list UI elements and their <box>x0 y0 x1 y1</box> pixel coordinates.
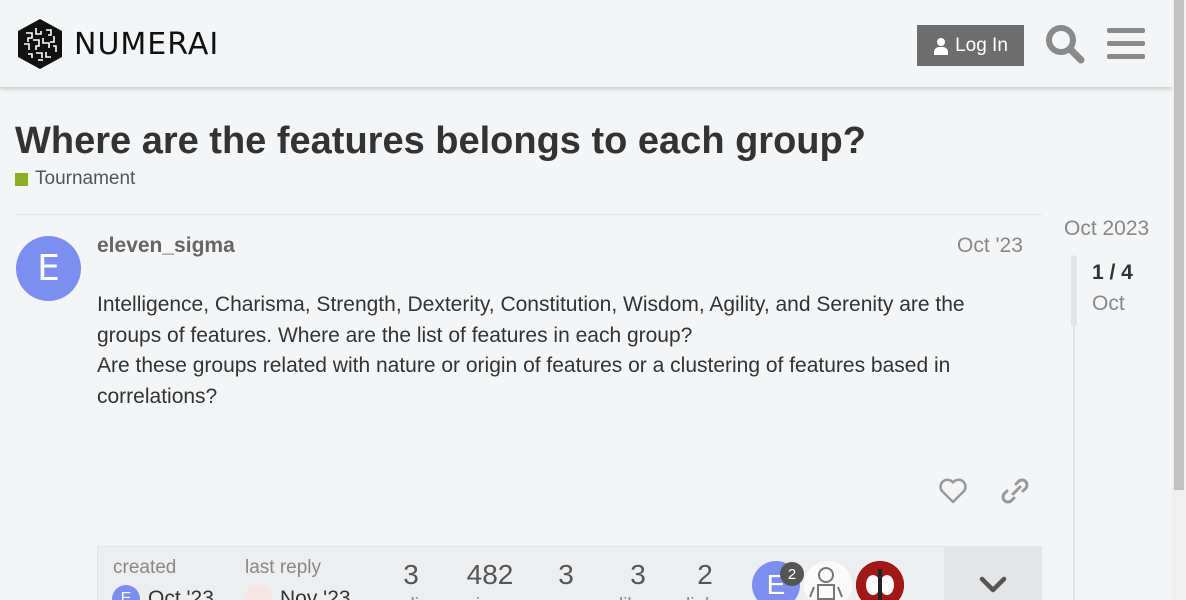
views-stat: 482 views <box>460 561 520 600</box>
link-icon[interactable] <box>1001 476 1029 506</box>
stat-number: 2 <box>697 559 713 590</box>
timeline-start-date[interactable]: Oct 2023 <box>1064 217 1149 241</box>
timeline-post-count: 1 / 4 <box>1092 261 1133 284</box>
divider <box>15 214 1042 215</box>
page-scrollbar[interactable] <box>1172 0 1186 600</box>
category-color-dot <box>15 172 28 186</box>
stat-label: users <box>536 595 596 600</box>
stat-label: replies <box>381 595 441 600</box>
log-in-button[interactable]: Log In <box>917 25 1024 66</box>
avatar[interactable]: E <box>16 236 81 301</box>
hamburger-menu-icon[interactable] <box>1107 26 1145 62</box>
scrollbar-thumb[interactable] <box>1174 0 1184 490</box>
participant-avatar[interactable] <box>856 561 904 600</box>
category-name: Tournament <box>35 168 136 189</box>
last-reply-label: last reply <box>245 557 322 578</box>
stat-label: likes <box>608 595 668 600</box>
log-in-label: Log In <box>955 34 1008 56</box>
links-stat: 2 links <box>675 561 735 600</box>
topic-map: created E Oct '23 last reply Nov '23 3 r… <box>97 546 1042 600</box>
created-info[interactable]: E Oct '23 <box>112 585 214 600</box>
post-body: Intelligence, Charisma, Strength, Dexter… <box>97 290 1027 412</box>
avatar: E <box>112 585 140 600</box>
expand-topic-map-button[interactable] <box>944 547 1042 600</box>
stat-number: 3 <box>630 559 646 590</box>
chevron-down-icon <box>979 576 1007 593</box>
post-username[interactable]: eleven_sigma <box>97 234 235 258</box>
created-label: created <box>113 557 177 578</box>
numerai-logo-icon <box>18 19 62 69</box>
replies-stat: 3 replies <box>381 561 441 600</box>
last-reply-date: Nov '23 <box>280 587 351 600</box>
post-date[interactable]: Oct '23 <box>957 234 1023 258</box>
last-reply-info[interactable]: Nov '23 <box>244 585 351 600</box>
post-paragraph: Intelligence, Charisma, Strength, Dexter… <box>97 293 965 347</box>
stat-label: links <box>675 595 735 600</box>
stat-number: 482 <box>466 559 514 590</box>
user-icon <box>934 37 949 55</box>
created-date: Oct '23 <box>148 587 214 600</box>
timeline-handle[interactable] <box>1071 256 1077 326</box>
site-logo[interactable]: NUMERAI <box>16 18 219 70</box>
stat-number: 3 <box>558 559 574 590</box>
topic-title[interactable]: Where are the features belongs to each g… <box>15 120 866 163</box>
heart-icon[interactable] <box>938 476 968 506</box>
brand-name: NUMERAI <box>74 26 220 62</box>
robot-avatar-icon <box>804 561 852 600</box>
search-icon[interactable] <box>1045 24 1085 64</box>
mask-avatar-icon <box>856 561 904 600</box>
likes-stat: 3 likes <box>608 561 668 600</box>
post-count-badge: 2 <box>780 562 804 586</box>
site-header: NUMERAI Log In <box>0 0 1172 87</box>
avatar <box>244 585 272 600</box>
stat-label: views <box>460 595 520 600</box>
participant-avatar[interactable] <box>804 561 852 600</box>
users-stat: 3 users <box>536 561 596 600</box>
category-badge[interactable]: Tournament <box>15 168 135 190</box>
timeline-current-date: Oct <box>1092 292 1125 315</box>
post-paragraph: Are these groups related with nature or … <box>97 354 951 408</box>
stat-number: 3 <box>403 559 419 590</box>
